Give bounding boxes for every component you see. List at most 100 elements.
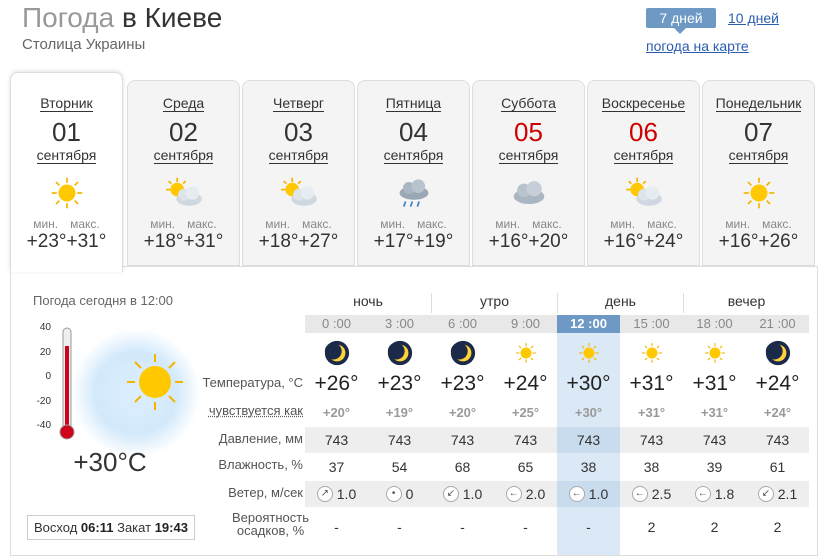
wind-direction-icon: •	[385, 486, 402, 502]
day-tab-06[interactable]: Воскресенье 06 сентября мин. макс. +16°+24°	[587, 80, 700, 266]
day-tab-03[interactable]: Четверг 03 сентября мин. макс. +18°+27°	[242, 80, 355, 266]
min-label: мин.	[495, 217, 521, 231]
scale-tick: 40	[39, 322, 51, 333]
day-month: сентября	[613, 147, 674, 164]
hour-time: 3 :00	[368, 315, 431, 333]
hour-feels-like: +24°	[763, 405, 792, 420]
min-max-labels: мин. макс.	[11, 217, 122, 231]
day-number: 02	[169, 117, 198, 147]
day-tab-01[interactable]: Вторник 01 сентября мин. макс. +23°+31°	[10, 72, 123, 272]
label-pressure: Давление, мм	[218, 431, 303, 446]
hour-pressure: 743	[683, 427, 746, 453]
max-label: макс.	[417, 217, 447, 231]
hour-pressure: 743	[557, 427, 620, 453]
current-temperature: +30°C	[73, 447, 147, 477]
header: Погода в Киеве Столица Украины	[22, 2, 222, 53]
hour-wind: ↙ 2.1	[746, 481, 809, 507]
weather-map-link[interactable]: погода на карте	[646, 38, 806, 54]
day-number: 06	[629, 117, 658, 147]
hour-wind: ← 2.0	[494, 481, 557, 507]
period-label: ночь	[353, 293, 383, 309]
max-temp: +31°	[183, 231, 224, 252]
day-tab-02[interactable]: Среда 02 сентября мин. макс. +18°+31°	[127, 80, 240, 266]
hour-feels-like: +30°	[574, 405, 603, 420]
sun-cloud-icon	[128, 171, 239, 215]
hour-time: 21 :00	[746, 315, 809, 333]
day-number: 03	[284, 117, 313, 147]
wind-speed: 1.0	[588, 486, 609, 502]
day-of-week: Вторник	[40, 95, 93, 112]
hour-time: 18 :00	[683, 315, 746, 333]
label-precipitation-line2: осадков, %	[236, 523, 305, 538]
moon-icon	[368, 337, 431, 369]
sun-icon	[127, 354, 183, 410]
min-max-labels: мин. макс.	[703, 217, 814, 231]
day-of-week: Суббота	[501, 95, 556, 112]
sun-icon	[683, 337, 746, 369]
hour-time: 15 :00	[620, 315, 683, 333]
hour-temp: +24°	[503, 372, 548, 395]
sun-icon	[620, 337, 683, 369]
hour-temp: +26°	[314, 372, 359, 395]
cloud-icon	[473, 171, 584, 215]
max-label: макс.	[647, 217, 677, 231]
label-humidity: Влажность, %	[218, 457, 303, 472]
min-max-labels: мин. макс.	[128, 217, 239, 231]
wind-speed: 1.0	[336, 486, 357, 502]
hour-precipitation: 2	[710, 519, 719, 535]
day-tab-07[interactable]: Понедельник 07 сентября мин. макс. +16°+26°	[702, 80, 815, 266]
wind-direction-icon: ↙	[442, 486, 459, 502]
min-max-temps: +18°+27°	[243, 231, 354, 253]
min-max-labels: мин. макс.	[588, 217, 699, 231]
hour-wind: ← 2.5	[620, 481, 683, 507]
hour-temp: +23°	[440, 372, 485, 395]
max-temp: +19°	[413, 231, 454, 252]
sunrise-time: 06:11	[80, 520, 114, 535]
tab-7-days[interactable]: 7 дней	[646, 8, 716, 34]
rain-cloud-icon	[358, 171, 469, 215]
wind-speed: 2.5	[651, 486, 672, 502]
page-subtitle: Столица Украины	[22, 36, 146, 53]
hour-pressure: 743	[494, 427, 557, 453]
wind-speed: 1.8	[714, 486, 735, 502]
hour-wind: ← 1.8	[683, 481, 746, 507]
hour-precipitation: 2	[647, 519, 656, 535]
day-of-week: Понедельник	[715, 95, 802, 112]
hour-temp: +30°	[566, 372, 611, 395]
day-tab-05[interactable]: Суббота 05 сентября мин. макс. +16°+20°	[472, 80, 585, 266]
min-temp: +17°	[373, 231, 414, 252]
page-title: Погода в Киеве	[22, 2, 222, 34]
hour-time: 9 :00	[494, 315, 557, 333]
label-feels-like[interactable]: чувствуется как	[209, 403, 303, 418]
min-label: мин.	[265, 217, 291, 231]
hour-humidity: 39	[706, 459, 723, 475]
hour-wind: • 0	[368, 481, 431, 507]
day-tabs: Вторник 01 сентября мин. макс. +23°+31° Среда 0…	[10, 72, 818, 272]
wind-speed: 2.1	[777, 486, 798, 502]
sun-times: Восход 06:11 Закат 19:43	[27, 515, 195, 540]
day-of-week: Среда	[162, 95, 205, 112]
hour-time: 6 :00	[431, 315, 494, 333]
hour-precipitation: -	[460, 519, 465, 535]
max-temp: +27°	[298, 231, 339, 252]
min-label: мин.	[33, 217, 59, 231]
max-label: макс.	[70, 217, 100, 231]
min-temp: +23°	[26, 231, 67, 252]
min-max-temps: +18°+31°	[128, 231, 239, 253]
tab-10-days[interactable]: 10 дней	[728, 10, 779, 26]
max-label: макс.	[762, 217, 792, 231]
wind-direction-icon: ←	[631, 486, 648, 502]
hour-feels-like: +31°	[637, 405, 666, 420]
min-max-labels: мин. макс.	[473, 217, 584, 231]
min-max-temps: +17°+19°	[358, 231, 469, 253]
day-of-week: Четверг	[272, 95, 325, 112]
hour-column: 12 :00 +30° +30° 743 38 ← 1.0 -	[557, 315, 620, 555]
period-label: день	[557, 293, 683, 313]
hour-humidity: 38	[643, 459, 660, 475]
day-tab-04[interactable]: Пятница 04 сентября мин. макс. +17°+19°	[357, 80, 470, 266]
hour-humidity: 37	[328, 459, 345, 475]
sun-icon	[494, 337, 557, 369]
hour-column: 6 :00 +23° +20° 743 68 ↙ 1.0 -	[431, 315, 494, 555]
day-number: 04	[399, 117, 428, 147]
day-month: сентября	[268, 147, 329, 164]
